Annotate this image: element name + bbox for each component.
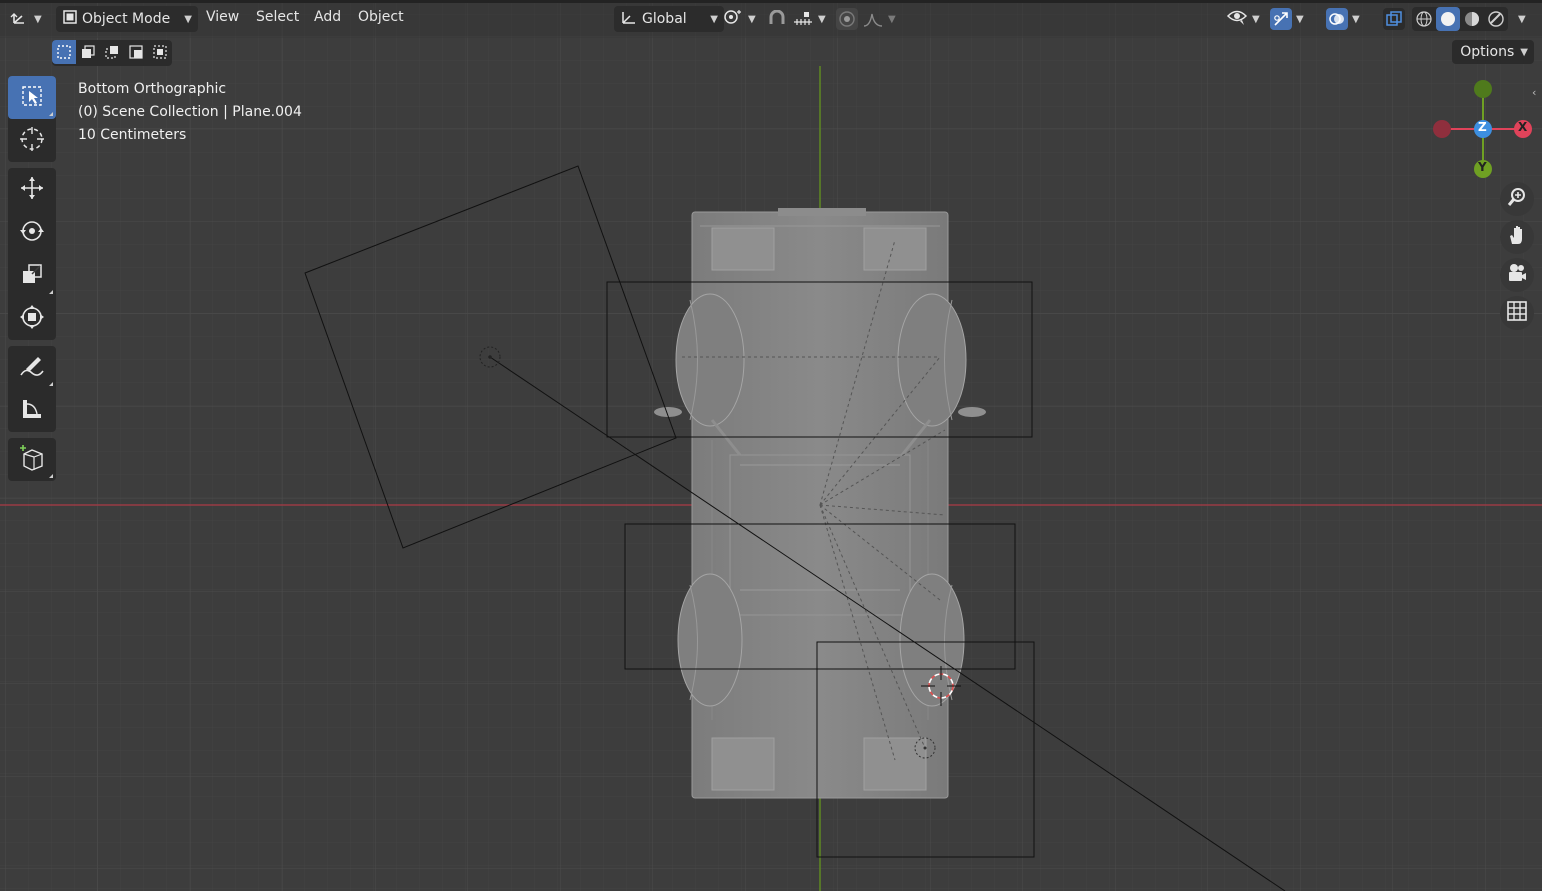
- select-box-icon: [20, 84, 44, 112]
- overlays-controls[interactable]: ▼: [1326, 6, 1360, 32]
- ortho-toggle-button[interactable]: [1500, 296, 1534, 330]
- camera-view-button[interactable]: [1500, 258, 1534, 292]
- zoom-button[interactable]: [1500, 182, 1534, 216]
- scale-tool[interactable]: [8, 254, 56, 297]
- grid-scale: 10 Centimeters: [78, 127, 187, 143]
- cursor-tool[interactable]: [8, 119, 56, 162]
- select-new-icon[interactable]: [52, 40, 76, 64]
- transform-icon: [19, 304, 45, 334]
- chevron-down-icon: ▼: [1252, 13, 1260, 25]
- shading-mode-group: [1412, 7, 1508, 31]
- options-label: Options: [1460, 44, 1515, 60]
- selectability-eye-icon: [1226, 8, 1248, 30]
- move-tool[interactable]: [8, 168, 56, 211]
- rotate-icon: [19, 218, 45, 248]
- pan-hand-icon: [1506, 224, 1528, 250]
- select-extend-icon[interactable]: [76, 40, 100, 64]
- material-shading-icon[interactable]: [1460, 7, 1484, 31]
- annotate-icon: [18, 353, 46, 383]
- move-icon: [19, 175, 45, 205]
- chevron-down-icon: ▼: [748, 13, 756, 25]
- overlays-icon[interactable]: [1326, 8, 1348, 30]
- orientation-label: Global: [642, 11, 687, 27]
- select-intersect-icon[interactable]: [148, 40, 172, 64]
- chevron-down-icon: ▼: [184, 13, 192, 25]
- orientation-icon: [620, 9, 638, 29]
- snap-magnet-icon[interactable]: [766, 8, 788, 30]
- chevron-down-icon: ▼: [1296, 13, 1304, 25]
- chevron-down-icon: ▼: [1518, 13, 1526, 25]
- measure-tool[interactable]: [8, 389, 56, 432]
- rotate-tool[interactable]: [8, 211, 56, 254]
- gizmo-controls[interactable]: ▼: [1270, 6, 1304, 32]
- chevron-down-icon: ▼: [1352, 13, 1360, 25]
- chevron-down-icon: ▼: [818, 13, 826, 25]
- measure-icon: [19, 396, 45, 426]
- menu-view[interactable]: View: [206, 9, 239, 25]
- gizmo-y-label: Y: [1478, 160, 1487, 174]
- camera-view-icon: [1506, 262, 1528, 288]
- solid-shading-icon[interactable]: [1436, 7, 1460, 31]
- sidebar-expand-icon[interactable]: ‹: [1532, 86, 1536, 99]
- annotate-tool[interactable]: [8, 346, 56, 389]
- pivot-point-icon: [722, 8, 744, 30]
- chevron-down-icon: ▼: [34, 13, 42, 25]
- transform-orientation-dropdown[interactable]: Global ▼: [614, 6, 724, 32]
- y-negative-handle[interactable]: [1474, 80, 1492, 98]
- selectability-dropdown[interactable]: ▼: [1226, 6, 1260, 32]
- ortho-grid-icon: [1506, 300, 1528, 326]
- collection-info: (0) Scene Collection | Plane.004: [78, 104, 302, 120]
- navigation-gizmo[interactable]: X Y Z: [1420, 76, 1542, 186]
- x-negative-handle[interactable]: [1433, 120, 1451, 138]
- add-cube-icon: [18, 444, 46, 476]
- pivot-point-dropdown[interactable]: ▼: [722, 6, 756, 32]
- shading-controls[interactable]: ▼: [1412, 6, 1526, 32]
- chevron-down-icon: ▼: [888, 13, 896, 25]
- xray-toggle-icon[interactable]: [1383, 8, 1405, 30]
- transform-tool[interactable]: [8, 297, 56, 340]
- zoom-icon: [1506, 186, 1528, 212]
- gizmo-x-label: X: [1518, 120, 1528, 134]
- scale-icon: [20, 262, 44, 290]
- editor-type-button[interactable]: ▼: [10, 6, 42, 32]
- gizmo-toggle-icon[interactable]: [1270, 8, 1292, 30]
- mode-dropdown[interactable]: Object Mode ▼: [56, 6, 198, 32]
- view-name: Bottom Orthographic: [78, 81, 227, 97]
- wireframe-shading-icon[interactable]: [1412, 7, 1436, 31]
- options-dropdown[interactable]: Options ▼: [1452, 40, 1534, 64]
- menu-object[interactable]: Object: [358, 9, 404, 25]
- chevron-down-icon: ▼: [1520, 46, 1528, 58]
- navigation-tools: [1500, 182, 1536, 334]
- gizmo-z-label: Z: [1478, 120, 1487, 134]
- rendered-shading-icon[interactable]: [1484, 7, 1508, 31]
- chevron-down-icon: ▼: [710, 13, 718, 25]
- object-mode-icon: [62, 9, 78, 29]
- cursor-icon: [18, 125, 46, 157]
- snap-controls[interactable]: ▼: [766, 6, 826, 32]
- mode-label: Object Mode: [82, 11, 171, 27]
- select-box-tool[interactable]: [8, 76, 56, 119]
- car-mesh[interactable]: [654, 208, 986, 799]
- menu-add[interactable]: Add: [314, 9, 341, 25]
- tool-shelf: [8, 76, 56, 487]
- viewport-info: Bottom Orthographic (0) Scene Collection…: [78, 78, 302, 147]
- select-subtract-icon[interactable]: [100, 40, 124, 64]
- select-mode-group: [52, 40, 172, 66]
- viewport-header: ▼ Object Mode ▼ View Select Add Object G…: [0, 0, 1542, 38]
- falloff-curve-icon[interactable]: [862, 8, 884, 30]
- xray-toggle[interactable]: [1383, 6, 1405, 32]
- snap-increment-icon[interactable]: [792, 8, 814, 30]
- proportional-edit-icon[interactable]: [836, 8, 858, 30]
- proportional-edit-controls[interactable]: ▼: [836, 6, 896, 32]
- add-cube-tool[interactable]: [8, 438, 56, 481]
- axes-editor-icon: [10, 8, 30, 30]
- pan-button[interactable]: [1500, 220, 1534, 254]
- select-invert-icon[interactable]: [124, 40, 148, 64]
- menu-select[interactable]: Select: [256, 9, 299, 25]
